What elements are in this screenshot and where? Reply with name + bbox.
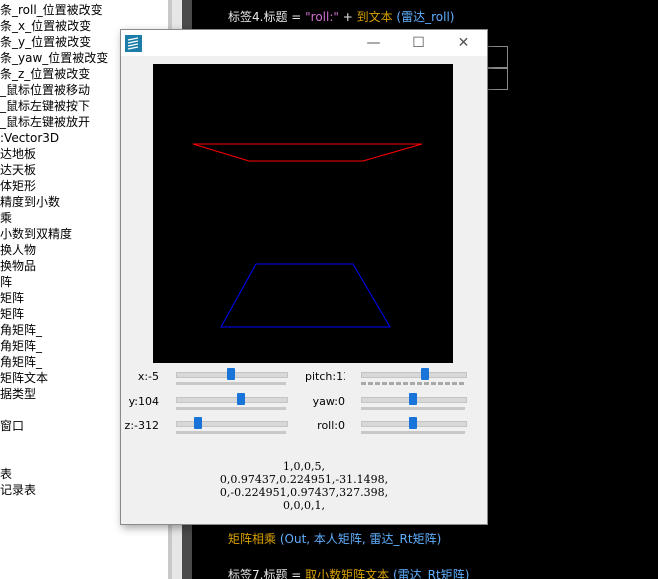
app-icon bbox=[125, 35, 142, 52]
tree-item[interactable]: 记录表 bbox=[0, 482, 36, 498]
slider-thumb[interactable] bbox=[421, 368, 429, 380]
slider-ticks bbox=[361, 431, 465, 434]
tree-item[interactable]: _鼠标左键被放开 bbox=[0, 114, 90, 130]
code-args: (Out, 本人矩阵, 雷达_Rt矩阵) bbox=[276, 532, 442, 546]
tree-item[interactable]: 条_x_位置被改变 bbox=[0, 18, 91, 34]
tree-item[interactable]: 换物品 bbox=[0, 258, 36, 274]
slider-thumb[interactable] bbox=[194, 417, 202, 429]
tree-item[interactable]: 矩阵文本 bbox=[0, 370, 48, 386]
code-line-label7[interactable]: 标签7.标题 = 取小数矩阵文本 (雷达_Rt矩阵) bbox=[228, 566, 469, 579]
radar-ceiling-shape bbox=[192, 143, 423, 162]
code-args: (雷达_roll) bbox=[392, 10, 455, 24]
slider-ticks bbox=[176, 407, 286, 410]
tree-item[interactable]: 窗口 bbox=[0, 418, 24, 434]
code-args: (雷达_Rt矩阵) bbox=[389, 568, 470, 579]
tree-item[interactable]: 条_roll_位置被改变 bbox=[0, 2, 103, 18]
tree-item[interactable]: 角矩阵_ bbox=[0, 322, 42, 338]
window-titlebar[interactable]: — ☐ ✕ bbox=[121, 30, 487, 56]
slider-ticks bbox=[176, 382, 286, 385]
slider-thumb[interactable] bbox=[227, 368, 235, 380]
tree-item[interactable]: 乘 bbox=[0, 210, 12, 226]
tree-item[interactable]: 条_y_位置被改变 bbox=[0, 34, 91, 50]
maximize-button[interactable]: ☐ bbox=[396, 30, 441, 56]
slider-label: z:-312 bbox=[124, 419, 159, 432]
code-function: 矩阵相乘 bbox=[228, 532, 277, 546]
code-token: = bbox=[287, 10, 306, 24]
code-line-matrix-mul[interactable]: 矩阵相乘 (Out, 本人矩阵, 雷达_Rt矩阵) bbox=[228, 530, 441, 547]
slider-label: x:-5 bbox=[137, 370, 159, 383]
slider-ticks bbox=[361, 407, 465, 410]
tree-item[interactable]: 精度到小数 bbox=[0, 194, 60, 210]
minimize-button[interactable]: — bbox=[351, 30, 396, 56]
tree-item[interactable]: _鼠标左键被按下 bbox=[0, 98, 90, 114]
slider-ticks bbox=[361, 382, 465, 385]
slider-track[interactable] bbox=[176, 421, 288, 427]
radar-window[interactable]: — ☐ ✕ x:-5 y:104 z:-312 pitch:13 yaw:0 roll:0… bbox=[120, 29, 488, 525]
slider-track[interactable] bbox=[176, 397, 288, 403]
code-token: 标签4.标题 bbox=[228, 10, 288, 24]
slider-thumb[interactable] bbox=[237, 393, 245, 405]
code-token: 标签7.标题 bbox=[228, 568, 288, 579]
tree-item[interactable]: 角矩阵_ bbox=[0, 354, 42, 370]
tree-item[interactable]: _鼠标位置被移动 bbox=[0, 82, 90, 98]
slider-label: pitch:13 bbox=[305, 370, 345, 383]
slider-label: yaw:0 bbox=[312, 395, 345, 408]
tree-item[interactable]: 阵 bbox=[0, 274, 12, 290]
radar-viewport[interactable] bbox=[153, 64, 453, 363]
code-string: "roll:" bbox=[305, 10, 339, 24]
tree-item[interactable]: 小数到双精度 bbox=[0, 226, 72, 242]
tree-item[interactable]: 达天板 bbox=[0, 162, 36, 178]
code-token: + bbox=[338, 10, 357, 24]
tree-item[interactable]: :Vector3D bbox=[0, 130, 59, 146]
slider-thumb[interactable] bbox=[409, 393, 417, 405]
matrix-row: 0,0.97437,0.224951,-31.1498, bbox=[219, 473, 389, 486]
editor-table-cell bbox=[486, 46, 508, 68]
close-button[interactable]: ✕ bbox=[441, 30, 486, 56]
tree-item[interactable]: 矩阵 bbox=[0, 290, 24, 306]
slider-label: roll:0 bbox=[317, 419, 345, 432]
code-function: 到文本 bbox=[356, 10, 393, 24]
tree-item[interactable]: 达地板 bbox=[0, 146, 36, 162]
matrix-row: 0,-0.224951,0.97437,327.398, bbox=[219, 486, 389, 499]
tree-item[interactable]: 角矩阵_ bbox=[0, 338, 42, 354]
matrix-row: 1,0,0,5, bbox=[283, 460, 325, 473]
slider-thumb[interactable] bbox=[409, 417, 417, 429]
tree-item[interactable]: 矩阵 bbox=[0, 306, 24, 322]
slider-track[interactable] bbox=[361, 372, 467, 378]
matrix-row: 0,0,0,1, bbox=[283, 499, 325, 512]
tree-item[interactable]: 表 bbox=[0, 466, 12, 482]
code-line-label4[interactable]: 标签4.标题 = "roll:" + 到文本 (雷达_roll) bbox=[228, 8, 454, 25]
code-token: = bbox=[287, 568, 306, 579]
tree-item[interactable]: 据类型 bbox=[0, 386, 36, 402]
tree-item[interactable]: 条_yaw_位置被改变 bbox=[0, 50, 108, 66]
code-function: 取小数矩阵文本 bbox=[305, 568, 390, 579]
tree-item[interactable]: 体矩形 bbox=[0, 178, 36, 194]
slider-label: y:104 bbox=[128, 395, 159, 408]
tree-item[interactable]: 换人物 bbox=[0, 242, 36, 258]
slider-ticks bbox=[176, 431, 286, 434]
tree-item[interactable]: 条_z_位置被改变 bbox=[0, 66, 90, 82]
radar-floor-shape bbox=[220, 263, 391, 328]
editor-table-cell bbox=[486, 68, 508, 90]
matrix-text: 1,0,0,5, 0,0.97437,0.224951,-31.1498, 0,… bbox=[121, 460, 487, 512]
